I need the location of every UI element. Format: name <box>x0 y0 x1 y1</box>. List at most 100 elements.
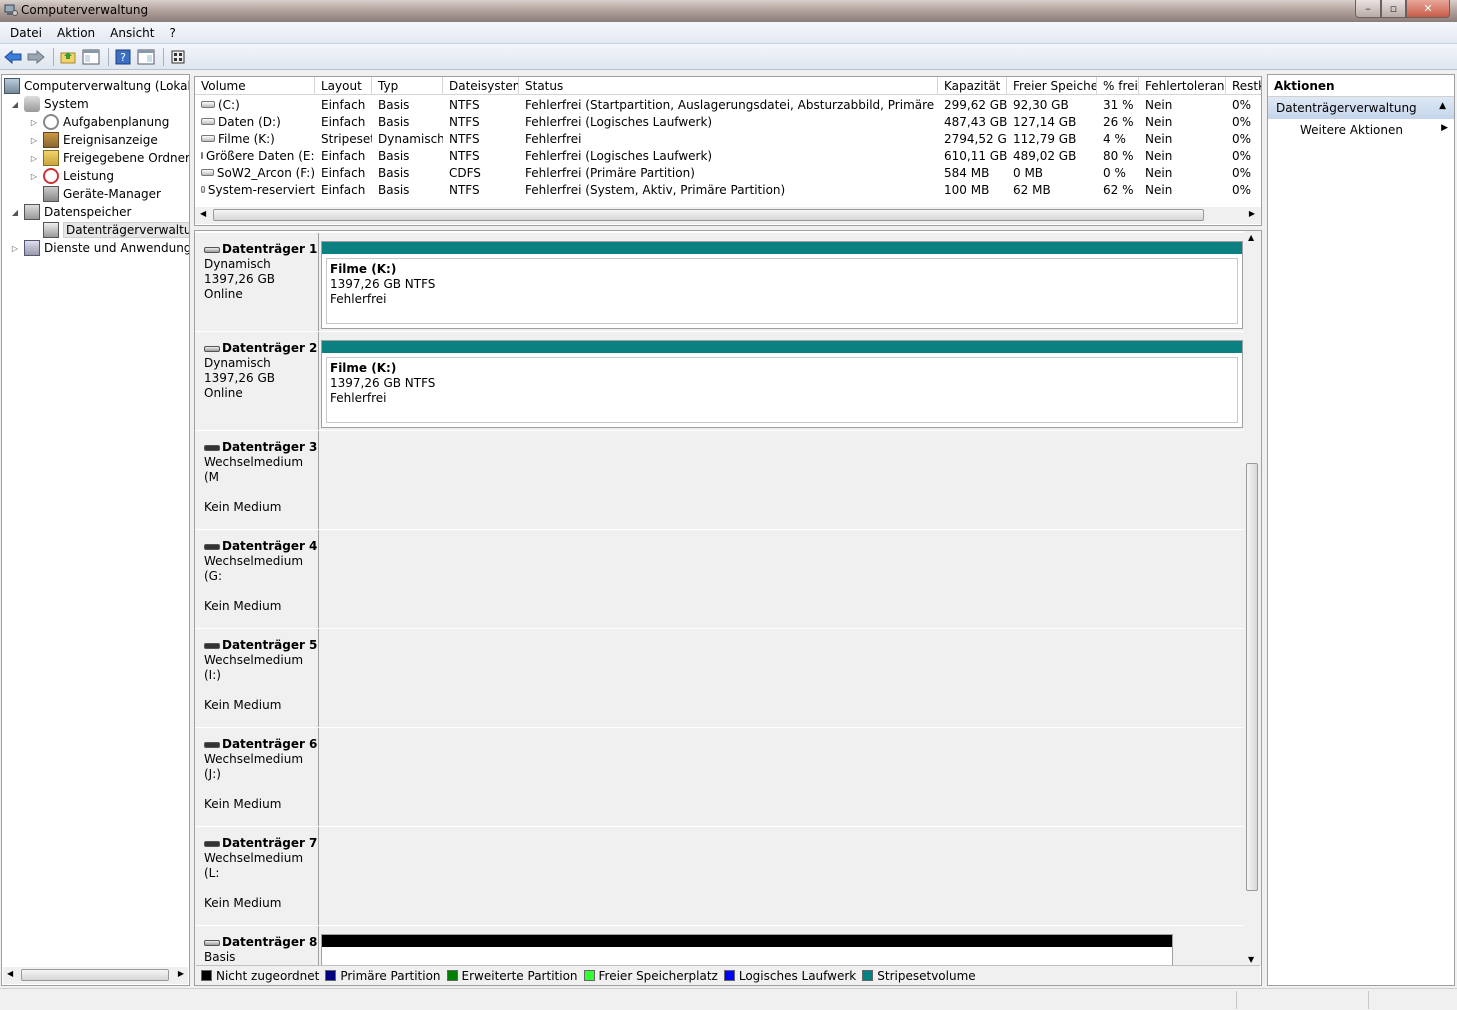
disk-line3: Kein Medium <box>204 698 282 712</box>
tree-item-dienste-und-anwendungen[interactable]: ▷ Dienste und Anwendungen <box>10 239 189 257</box>
disk-row[interactable]: Datenträger 4 Wechselmedium (G: Kein Mediu… <box>195 530 1245 628</box>
tree-item-freigegebene-ordner[interactable]: ▷ Freigegebene Ordner <box>29 149 189 167</box>
volume-row[interactable]: (C:) Einfach Basis NTFS Fehlerfrei (Startpar… <box>195 96 1261 113</box>
disk-row[interactable]: Datenträger 6 Wechselmedium (J:) Kein Medi… <box>195 728 1245 826</box>
menu-datei[interactable]: Datei <box>4 26 48 40</box>
disk-view-vertical-scrollbar[interactable]: ▲ ▼ <box>1244 231 1261 966</box>
disk-info[interactable]: Datenträger 3 Wechselmedium (M Kein Medium <box>195 431 319 529</box>
close-button[interactable]: ✕ <box>1406 0 1450 18</box>
disk-info[interactable]: Datenträger 2 Dynamisch 1397,26 GB Online <box>195 332 319 430</box>
volume-cell-text: Basis <box>378 97 410 112</box>
scroll-up-arrow-icon[interactable]: ▲ <box>1248 233 1254 242</box>
disk-line2: 1397,26 GB <box>204 272 275 286</box>
volume-cell-text: 0% <box>1232 131 1252 146</box>
column-header-dateisystem[interactable]: Dateisystem <box>443 77 519 95</box>
properties-button[interactable] <box>168 47 188 67</box>
toolbar-separator <box>163 47 164 66</box>
tree-item-datentraegerverwaltung[interactable]: Datenträgerverwaltung <box>43 221 189 239</box>
scroll-left-arrow-icon[interactable]: ◀ <box>200 209 206 218</box>
volume-row[interactable]: System-reserviert Einfach Basis NTFS Fehlerf… <box>195 181 1261 198</box>
disk-info[interactable]: Datenträger 5 Wechselmedium (I:) Kein Medi… <box>195 629 319 727</box>
maximize-button[interactable]: ▫ <box>1381 0 1406 18</box>
expand-icon[interactable]: ▷ <box>10 244 20 253</box>
disk-name-text: Datenträger 1 <box>222 242 318 256</box>
expand-icon[interactable]: ▷ <box>29 154 39 163</box>
expand-icon[interactable]: ▷ <box>29 136 39 145</box>
collapse-up-icon[interactable]: ▲ <box>1439 101 1446 111</box>
volume-cell: Nein <box>1139 96 1226 113</box>
column-header-status[interactable]: Status <box>519 77 938 95</box>
disk-row[interactable]: Datenträger 2 Dynamisch 1397,26 GB Online Fi… <box>195 332 1245 430</box>
disk-name: Datenträger 8 <box>204 935 318 950</box>
column-header-volume[interactable]: Volume <box>195 77 315 95</box>
disk-info[interactable]: Datenträger 7 Wechselmedium (L: Kein Mediu… <box>195 827 319 925</box>
back-button[interactable] <box>3 47 23 67</box>
partition-stripeset[interactable]: Filme (K:) 1397,26 GB NTFS Fehlerfrei <box>321 340 1243 428</box>
tree-item-geraete-manager[interactable]: Geräte-Manager <box>43 185 161 203</box>
disk-row[interactable]: Datenträger 7 Wechselmedium (L: Kein Mediu… <box>195 827 1245 925</box>
collapse-icon[interactable]: ◢ <box>10 100 20 109</box>
action-weitere-aktionen[interactable]: Weitere Aktionen ▶ <box>1268 119 1454 141</box>
menu-aktion[interactable]: Aktion <box>51 26 101 40</box>
minimize-button[interactable]: – <box>1355 0 1381 18</box>
scroll-right-arrow-icon[interactable]: ▶ <box>178 969 184 978</box>
volume-cell-text: 127,14 GB <box>1013 114 1077 129</box>
legend-label: Logisches Laufwerk <box>738 968 857 983</box>
column-header-restkapazitaet[interactable]: Restka <box>1226 77 1261 95</box>
column-header-fehlertoleranz[interactable]: Fehlertoleranz <box>1139 77 1226 95</box>
legend-swatch <box>723 970 735 981</box>
volume-list-horizontal-scrollbar[interactable]: ◀ ▶ <box>195 207 1261 224</box>
partition-type-bar <box>322 935 1172 947</box>
disk-partition-area <box>319 431 1245 529</box>
expand-icon[interactable]: ▷ <box>29 172 39 181</box>
tree-item-ereignisanzeige[interactable]: ▷ Ereignisanzeige <box>29 131 158 149</box>
disk-management-icon <box>43 222 59 238</box>
actions-group-datentraegerverwaltung[interactable]: Datenträgerverwaltung ▲ <box>1268 97 1454 119</box>
volume-cell-text: Stripeset <box>321 131 372 146</box>
volume-cell-text: Fehlerfrei (Startpartition, Auslagerungs… <box>525 97 938 112</box>
column-header-typ[interactable]: Typ <box>372 77 443 95</box>
help-button[interactable]: ? <box>113 47 133 67</box>
volume-row[interactable]: Daten (D:) Einfach Basis NTFS Fehlerfrei (Lo… <box>195 113 1261 130</box>
status-bar <box>0 988 1457 1010</box>
scroll-thumb[interactable] <box>1246 463 1258 891</box>
svg-text:?: ? <box>120 51 126 64</box>
tree-item-computerverwaltung[interactable]: Computerverwaltung (Lokal) <box>4 77 189 95</box>
partition-size: 1397,26 GB NTFS <box>330 277 436 291</box>
disk-row[interactable]: Datenträger 5 Wechselmedium (I:) Kein Medi… <box>195 629 1245 727</box>
column-header-kapazitaet[interactable]: Kapazität <box>938 77 1007 95</box>
up-level-button[interactable] <box>58 47 78 67</box>
tree-item-leistung[interactable]: ▷ Leistung <box>29 167 114 185</box>
volume-cell: Fehlerfrei (Startpartition, Auslagerungs… <box>519 96 938 113</box>
menu-help[interactable]: ? <box>163 26 181 40</box>
disk-info[interactable]: Datenträger 4 Wechselmedium (G: Kein Mediu… <box>195 530 319 628</box>
tree-item-datenspeicher[interactable]: ◢ Datenspeicher <box>10 203 131 221</box>
disk-info[interactable]: Datenträger 1 Dynamisch 1397,26 GB Online <box>195 233 319 331</box>
volume-row[interactable]: SoW2_Arcon (F:) Einfach Basis CDFS Fehlerfre… <box>195 164 1261 181</box>
column-header-layout[interactable]: Layout <box>315 77 372 95</box>
volume-row[interactable]: Filme (K:) Stripeset Dynamisch NTFS Fehlerfr… <box>195 130 1261 147</box>
column-header-freier-speicher[interactable]: Freier Speicher <box>1007 77 1097 95</box>
tree-item-system[interactable]: ◢ System <box>10 95 89 113</box>
forward-button[interactable] <box>26 47 46 67</box>
tree-horizontal-scrollbar[interactable]: ◀ ▶ <box>3 967 188 984</box>
show-hide-action-pane-button[interactable] <box>136 47 156 67</box>
volume-cell-text: Einfach <box>321 97 366 112</box>
menu-ansicht[interactable]: Ansicht <box>104 26 160 40</box>
disk-row[interactable]: Datenträger 3 Wechselmedium (M Kein Medium <box>195 431 1245 529</box>
tree-item-aufgabenplanung[interactable]: ▷ Aufgabenplanung <box>29 113 169 131</box>
scroll-left-arrow-icon[interactable]: ◀ <box>7 969 13 978</box>
volume-cell: Fehlerfrei (Logisches Laufwerk) <box>519 113 938 130</box>
column-header-prozent-frei[interactable]: % frei <box>1097 77 1139 95</box>
scroll-down-arrow-icon[interactable]: ▼ <box>1248 955 1254 964</box>
scroll-right-arrow-icon[interactable]: ▶ <box>1249 209 1255 218</box>
show-hide-tree-button[interactable] <box>81 47 101 67</box>
partition-stripeset[interactable]: Filme (K:) 1397,26 GB NTFS Fehlerfrei <box>321 241 1243 329</box>
disk-row[interactable]: Datenträger 1 Dynamisch 1397,26 GB Online Fi… <box>195 233 1245 331</box>
volume-row[interactable]: Größere Daten (E:) Einfach Basis NTFS Fehler… <box>195 147 1261 164</box>
scroll-thumb[interactable] <box>213 209 1204 221</box>
expand-icon[interactable]: ▷ <box>29 118 39 127</box>
scroll-thumb[interactable] <box>21 969 169 981</box>
collapse-icon[interactable]: ◢ <box>10 208 20 217</box>
disk-info[interactable]: Datenträger 6 Wechselmedium (J:) Kein Medi… <box>195 728 319 826</box>
